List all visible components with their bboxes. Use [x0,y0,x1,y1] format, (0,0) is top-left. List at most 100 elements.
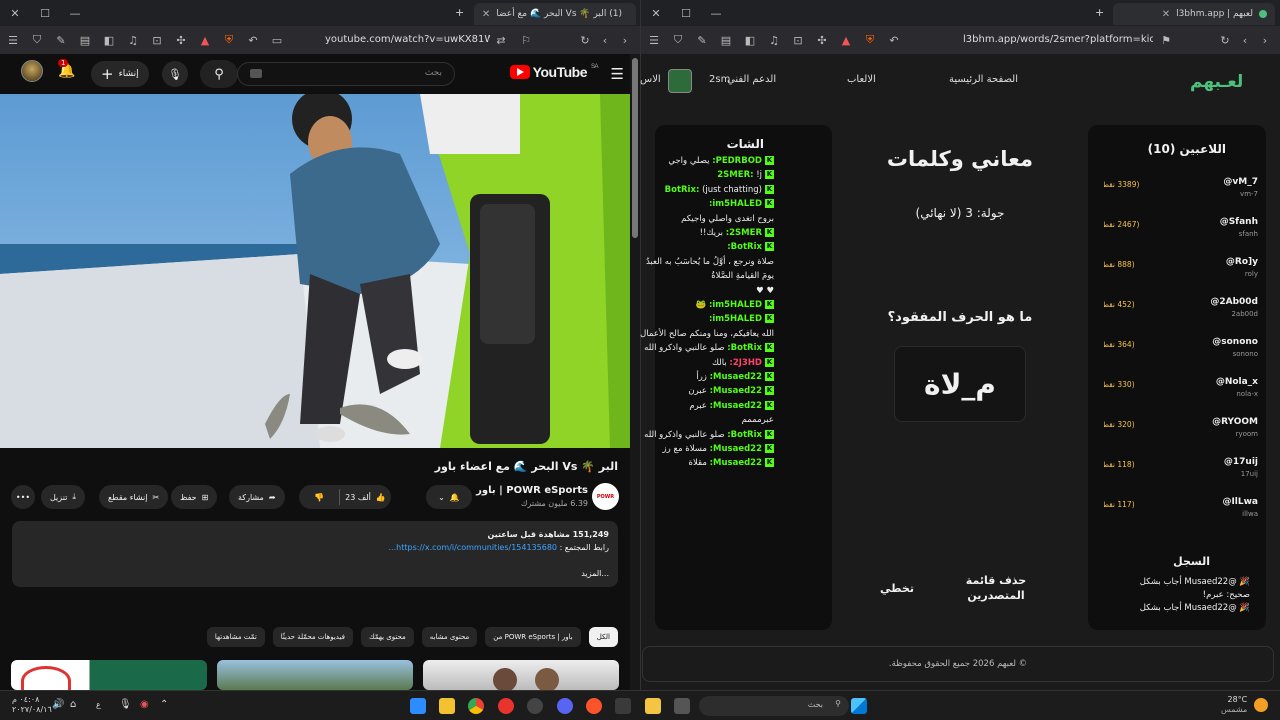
back-icon[interactable]: ‹ [1238,33,1252,47]
skip-button[interactable]: تخطي [870,581,924,596]
extension-icon[interactable]: ✎ [54,33,68,47]
maximize-icon[interactable]: ☐ [671,7,701,20]
store-icon[interactable] [615,698,631,714]
nav-extra[interactable]: الاس [640,74,661,85]
channel-name[interactable]: POWR eSports | باور [476,485,588,496]
chip-for-you[interactable]: محتوى يهمّك [360,627,414,647]
close-window-icon[interactable]: ✕ [641,7,671,20]
weather-sun-icon[interactable] [1254,698,1268,712]
nav-support[interactable]: الدعم الفني [727,74,776,85]
forward-icon[interactable]: › [618,33,632,47]
screenshot-icon[interactable]: ⊡ [791,33,805,47]
nav-username[interactable]: 2sm [709,74,730,85]
video-player[interactable] [0,94,630,448]
close-window-icon[interactable]: ✕ [0,7,30,20]
chip-from-channel[interactable]: من POWR eSports | باور [485,627,581,647]
minimize-icon[interactable]: — [701,7,731,20]
taskbar-search[interactable]: بحث ⚲ [699,696,849,716]
task-view-icon[interactable] [674,698,690,714]
reload-icon[interactable]: ↻ [1218,33,1232,47]
app-icon[interactable] [410,698,426,714]
close-tab-icon[interactable]: ✕ [482,9,490,20]
tab-youtube[interactable]: (1) البر 🌴 Vs البحر 🌊 مع أعضا ✕ [474,3,636,25]
translate-icon[interactable]: ⇄ [494,33,508,47]
language-indicator[interactable]: ع [96,700,101,709]
music-icon[interactable]: ♫ [767,33,781,47]
bookmark-icon[interactable]: ⚐ [519,33,533,47]
video-thumbnail[interactable] [11,660,207,690]
sidebar-icon[interactable]: ◧ [102,33,116,47]
forward-icon[interactable]: › [1258,33,1272,47]
reader-icon[interactable]: ▤ [719,33,733,47]
windows-start-icon[interactable] [851,698,867,714]
delete-leaderboard-button[interactable]: حذف قائمة المتصدرين [958,573,1034,603]
puzzle-icon[interactable]: ✣ [174,33,188,47]
network-icon[interactable]: ⌂ [70,699,76,710]
chrome-icon[interactable] [468,698,484,714]
weather-widget[interactable]: 28°C مشمس [1221,695,1247,715]
subscribe-bell-button[interactable]: ⌄ 🔔 [426,485,472,509]
video-thumbnail[interactable] [217,660,413,690]
search-input[interactable]: بحث [237,62,455,86]
show-more[interactable]: ...المزيد [21,567,609,580]
minimize-icon[interactable]: — [60,7,90,20]
back-icon[interactable]: ‹ [598,33,612,47]
like-icon[interactable]: 👍 [376,493,386,502]
file-explorer-icon[interactable] [645,698,661,714]
keyboard-icon[interactable] [250,69,262,78]
app-icon[interactable] [498,698,514,714]
discord-icon[interactable] [557,698,573,714]
more-actions-icon[interactable]: ••• [11,485,35,509]
chip-similar[interactable]: محتوى مشابه [421,627,478,647]
brave-shield-icon[interactable]: ⛨ [222,33,236,47]
players-list[interactable]: ✕(3389 نقطة)@vM_7vm-7 ✕(2467 نقطة)@Sfanh… [1104,177,1258,537]
tab-l3bhm[interactable]: لعبهم | l3bhm.app ✕ [1113,3,1275,25]
app-icon[interactable] [439,698,455,714]
steam-icon[interactable] [527,698,543,714]
chevron-up-icon[interactable]: ⌃ [160,699,168,710]
brave-shield-icon[interactable]: ⛨ [863,33,877,47]
search-icon[interactable]: ⚲ [200,60,238,88]
nav-games[interactable]: الالعاب [847,74,876,85]
brave-rewards-icon[interactable]: ▲ [839,33,853,47]
clock[interactable]: ٠٤:٠٨ م ٢٠٢٧/٠٨/١٦ [12,695,52,715]
brave-rewards-icon[interactable]: ▲ [198,33,212,47]
menu-icon[interactable]: ☰ [6,33,20,47]
description-box[interactable]: 151,249 مشاهدة قبل ساعتين رابط المجتمع :… [12,521,618,587]
reload-icon[interactable]: ↻ [578,33,592,47]
community-link[interactable]: https://x.com/i/communities/154135680... [389,543,558,552]
dislike-icon[interactable]: 👎 [304,493,334,502]
shield-icon[interactable]: ⛉ [30,33,44,47]
user-avatar[interactable] [668,69,692,93]
new-tab-icon[interactable]: + [1095,6,1104,19]
brave-icon[interactable] [586,698,602,714]
nav-home[interactable]: الصفحة الرئيسية [949,74,1018,85]
reader-icon[interactable]: ▤ [78,33,92,47]
close-tab-icon[interactable]: ✕ [1162,9,1170,20]
shield-icon[interactable]: ⛉ [671,33,685,47]
screenshot-icon[interactable]: ⊡ [150,33,164,47]
video-thumbnail[interactable] [423,660,619,690]
youtube-logo[interactable]: YouTube SA [509,64,599,80]
clip-button[interactable]: إنشاء مقطع ✂ [99,485,169,509]
menu-icon[interactable]: ☰ [647,33,661,47]
create-button[interactable]: + إنشاء [91,61,149,87]
back-history-icon[interactable]: ↶ [887,33,901,47]
voice-search-icon[interactable]: 🎙 [162,61,188,87]
chip-recent[interactable]: فيديوهات محمّلة حديثًا [272,627,353,647]
extension-icon[interactable]: ✎ [695,33,709,47]
notifications-icon[interactable]: 🔔 1 [58,59,75,79]
like-count[interactable]: 23 ألف [345,493,371,502]
back-history-icon[interactable]: ↶ [246,33,260,47]
sidebar-icon[interactable]: ◧ [743,33,757,47]
volume-icon[interactable]: 🔊 [52,699,64,710]
puzzle-icon[interactable]: ✣ [815,33,829,47]
chip-all[interactable]: الكل [588,627,618,647]
maximize-icon[interactable]: ☐ [30,7,60,20]
url-field[interactable]: l3bhm.app/words/2smer?platform=kick [963,34,1153,45]
tray-app-icon[interactable]: ◉ [140,699,149,710]
site-logo[interactable]: لعـبهم [1190,72,1243,92]
download-button[interactable]: تنزيل ⤓ [41,485,85,509]
new-tab-icon[interactable]: + [455,6,464,19]
cast-icon[interactable]: ▭ [270,33,284,47]
